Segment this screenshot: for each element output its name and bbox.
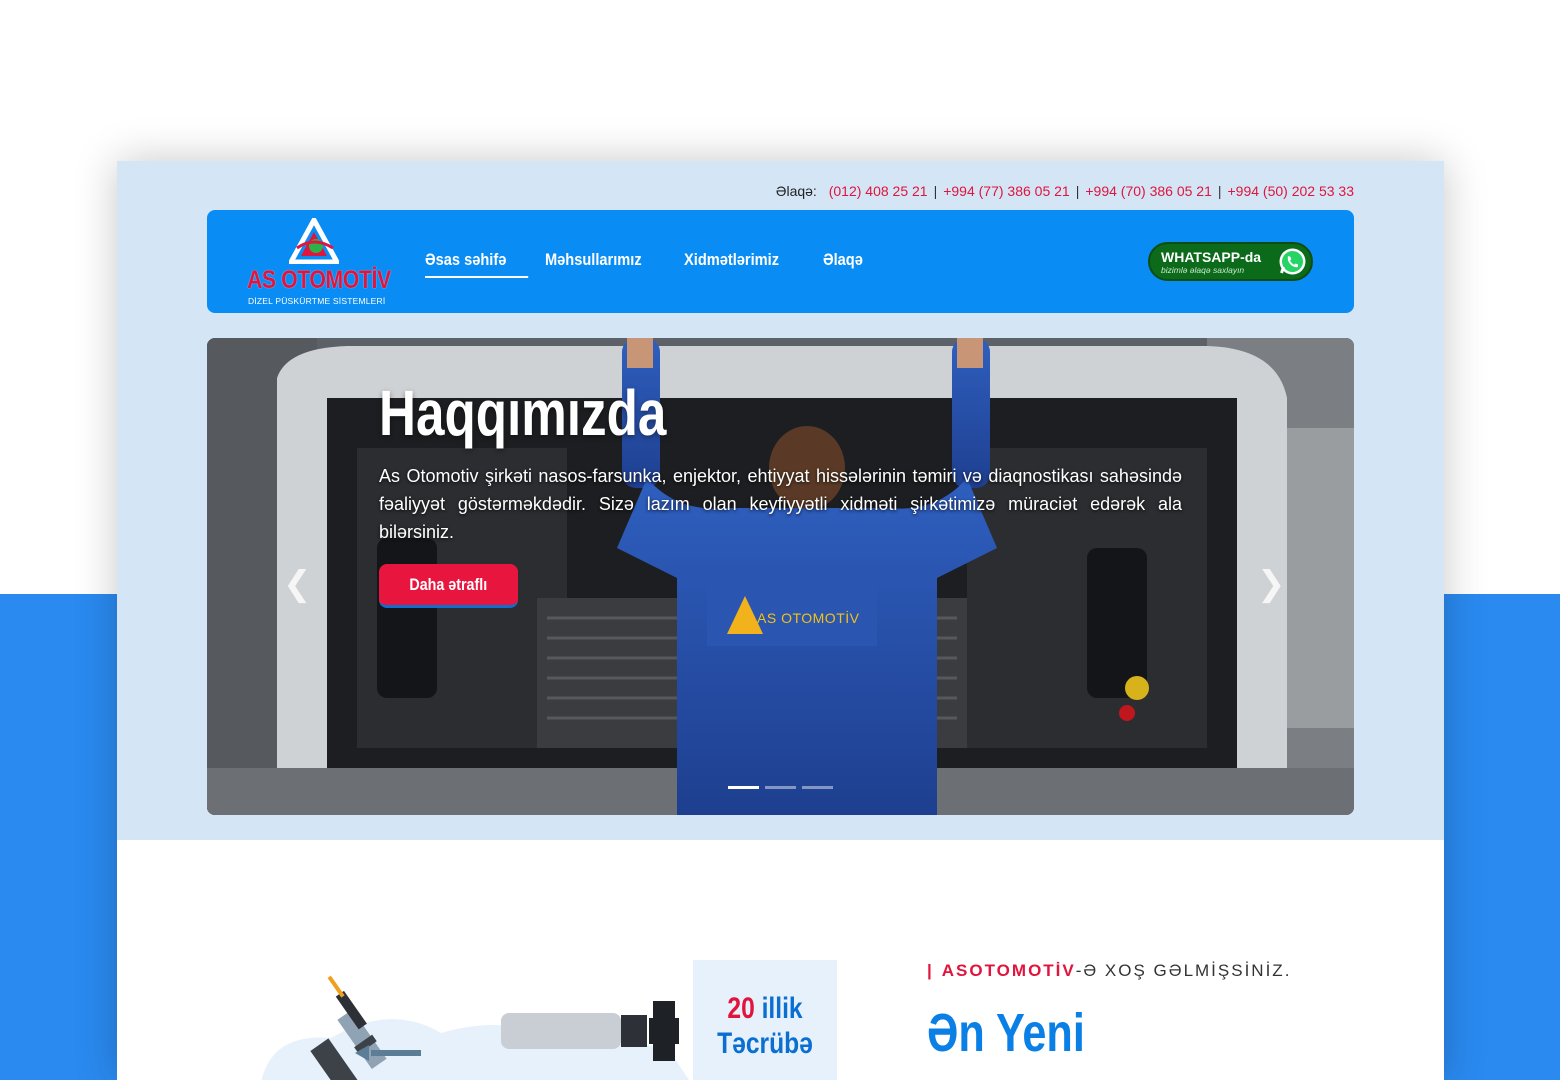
whatsapp-subtitle: bizimlə əlaqə saxlayın — [1161, 265, 1245, 275]
injector-illustration — [261, 975, 689, 1080]
slide-dot[interactable] — [728, 786, 759, 789]
tagline-rest: -Ə XOŞ GƏLMİŞSİNİZ. — [1075, 961, 1292, 980]
nav-item-services[interactable]: Xidmətlərimiz — [684, 250, 804, 276]
phone-link[interactable]: (012) 408 25 21 — [829, 183, 928, 199]
hero-slider: AS OTOMOTİV Haqqımızda As Otomotiv şirkə… — [207, 338, 1354, 815]
whatsapp-icon — [1279, 248, 1306, 275]
slide-dot[interactable] — [765, 786, 796, 789]
logo-title: AS OTOMOTİV — [247, 266, 391, 294]
phone-link[interactable]: +994 (50) 202 53 33 — [1228, 183, 1355, 199]
welcome-tagline: | ASOTOMOTİV-Ə XOŞ GƏLMİŞSİNİZ. — [927, 961, 1291, 981]
main-nav: Əsas səhifə Məhsullarımız Xidmətlərimiz … — [425, 250, 883, 278]
logo-triangle-icon — [289, 218, 339, 264]
header-area: Əlaqə: (012) 408 25 21 | +994 (77) 386 05 … — [117, 161, 1444, 840]
about-section: 20 illik Təcrübə | ASOTOMOTİV-Ə XOŞ GƏLMİ… — [117, 840, 1444, 1080]
experience-badge: 20 illik Təcrübə — [693, 960, 837, 1080]
website-frame: Əlaqə: (012) 408 25 21 | +994 (77) 386 05 … — [117, 161, 1444, 1080]
section-headline: Ən Yeni — [927, 1003, 1085, 1063]
navbar: AS OTOMOTİV DİZEL PÜSKÜRTME SİSTEMLERİ Ə… — [207, 210, 1354, 313]
phone-separator: | — [1075, 183, 1080, 199]
contact-label: Əlaqə: — [775, 183, 817, 199]
experience-unit: illik — [761, 992, 803, 1025]
hero-text: As Otomotiv şirkəti nasos-farsunka, enje… — [379, 466, 1182, 542]
nav-item-products[interactable]: Məhsullarımız — [545, 250, 665, 276]
phone-link[interactable]: +994 (70) 386 05 21 — [1085, 183, 1212, 199]
site-logo[interactable]: AS OTOMOTİV DİZEL PÜSKÜRTME SİSTEMLERİ — [247, 218, 392, 306]
experience-label: Təcrübə — [717, 1027, 813, 1060]
contact-bar: Əlaqə: (012) 408 25 21 | +994 (77) 386 05 … — [776, 183, 1354, 199]
slide-dot[interactable] — [802, 786, 833, 789]
slide-indicators — [728, 786, 833, 789]
phone-link[interactable]: +994 (77) 386 05 21 — [943, 183, 1070, 199]
jacket-logo-text: AS OTOMOTİV — [757, 610, 860, 626]
whatsapp-button[interactable]: WHATSAPP-da bizimlə əlaqə saxlayın — [1148, 242, 1313, 281]
experience-number: 20 — [727, 992, 755, 1025]
experience-years: 20 illik — [706, 992, 824, 1026]
hero-title: Haqqımızda — [379, 377, 667, 449]
phone-separator: | — [1217, 183, 1222, 199]
prev-slide-arrow-icon[interactable]: ❮ — [283, 564, 312, 604]
phone-separator: | — [933, 183, 938, 199]
nav-item-contact[interactable]: Əlaqə — [823, 250, 875, 276]
next-slide-arrow-icon[interactable]: ❯ — [1257, 564, 1286, 604]
more-info-label: Daha ətraflı — [409, 574, 488, 594]
tagline-bar: | — [927, 961, 934, 980]
nav-item-home[interactable]: Əsas səhifə — [425, 250, 529, 278]
logo-subtitle: DİZEL PÜSKÜRTME SİSTEMLERİ — [248, 296, 386, 306]
more-info-button[interactable]: Daha ətraflı — [379, 564, 518, 608]
tagline-brand: ASOTOMOTİV — [941, 961, 1076, 980]
whatsapp-title: WHATSAPP-da — [1161, 249, 1262, 265]
